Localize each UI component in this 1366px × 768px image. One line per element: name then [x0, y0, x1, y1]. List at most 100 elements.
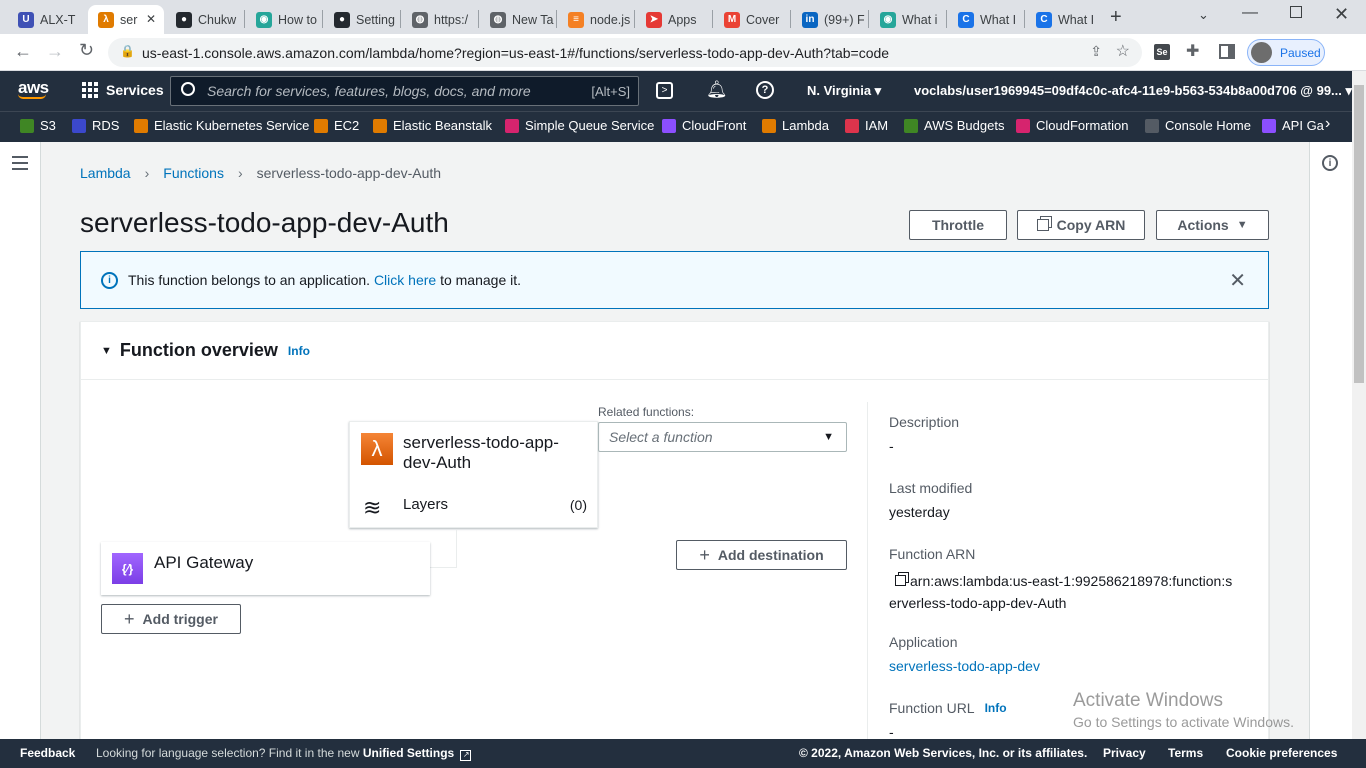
description-label: Description [889, 414, 960, 430]
selenium-extension-icon[interactable]: Se [1154, 44, 1170, 60]
favorites-scroll-right-icon[interactable]: › [1325, 115, 1330, 133]
bookmark-star-icon[interactable]: ☆ [1116, 41, 1130, 61]
cloudshell-icon[interactable]: > [656, 82, 673, 99]
extensions-puzzle-icon[interactable]: ✚ [1186, 41, 1199, 61]
favorite-service-link[interactable]: Console Home [1145, 118, 1251, 133]
favorite-service-link[interactable]: Elastic Kubernetes Service [134, 118, 309, 133]
browser-tab[interactable]: ● Setting [324, 5, 400, 34]
chevron-right-icon: › [144, 165, 150, 181]
browser-tab[interactable]: λ ser ✕ [88, 5, 164, 34]
throttle-button[interactable]: Throttle [909, 210, 1007, 240]
close-tab-icon[interactable]: ✕ [146, 12, 156, 26]
add-destination-button[interactable]: + Add destination [676, 540, 847, 570]
aws-logo[interactable]: aws [18, 78, 50, 99]
external-link-icon: ↗ [459, 750, 471, 761]
tab-separator [868, 10, 869, 28]
tab-favicon-icon: ● [334, 11, 350, 28]
favorite-service-link[interactable]: EC2 [314, 118, 359, 133]
browser-tab[interactable]: C What I [948, 5, 1024, 34]
favorite-label: Lambda [782, 118, 829, 133]
browser-tab[interactable]: ≡ node.js [558, 5, 634, 34]
favorite-service-link[interactable]: CloudFormation [1016, 118, 1129, 133]
breadcrumb-current: serverless-todo-app-dev-Auth [256, 165, 442, 181]
reload-icon[interactable]: ↻ [79, 40, 94, 61]
function-url-info-link[interactable]: Info [985, 701, 1007, 715]
hamburger-menu-icon[interactable] [12, 156, 28, 170]
feedback-link[interactable]: Feedback [20, 746, 75, 760]
favorite-service-link[interactable]: IAM [845, 118, 888, 133]
related-functions-select[interactable]: Select a function ▼ [598, 422, 847, 452]
panel-header[interactable]: ▼ Function overview Info [81, 322, 1268, 380]
lambda-icon: λ [361, 433, 393, 465]
aws-search-input[interactable]: Search for services, features, blogs, do… [170, 76, 639, 106]
application-link[interactable]: serverless-todo-app-dev [889, 658, 1040, 674]
favorite-service-link[interactable]: Simple Queue Service [505, 118, 654, 133]
favorite-service-link[interactable]: S3 [20, 118, 56, 133]
browser-tab[interactable]: M Cover [714, 5, 790, 34]
favorite-service-link[interactable]: CloudFront [662, 118, 746, 133]
add-trigger-button[interactable]: + Add trigger [101, 604, 241, 634]
browser-tab[interactable]: ➤ Apps [636, 5, 712, 34]
unified-settings-link[interactable]: Unified Settings [363, 746, 454, 760]
browser-tab[interactable]: U ALX-T [8, 5, 84, 34]
browser-tab[interactable]: ◍ https:/ [402, 5, 478, 34]
address-bar[interactable]: 🔒 us-east-1.console.aws.amazon.com/lambd… [108, 38, 1142, 67]
help-icon[interactable]: ? [756, 81, 774, 99]
terms-link[interactable]: Terms [1168, 746, 1203, 760]
favorite-label: Console Home [1165, 118, 1251, 133]
chevron-right-icon: › [237, 165, 243, 181]
browser-tab[interactable]: ◍ New Ta [480, 5, 556, 34]
connector-line [429, 530, 457, 568]
trigger-card-api-gateway[interactable]: {⁄} API Gateway [101, 542, 430, 595]
tab-search-icon[interactable]: ⌄ [1198, 7, 1209, 23]
region-selector[interactable]: N. Virginia ▾ [807, 83, 881, 99]
service-icon [1262, 118, 1276, 133]
side-panel-icon[interactable] [1219, 44, 1235, 59]
close-window-button[interactable]: ✕ [1334, 4, 1349, 25]
cookie-preferences-link[interactable]: Cookie preferences [1226, 746, 1337, 760]
favorite-service-link[interactable]: AWS Budgets [904, 118, 1004, 133]
function-card[interactable]: λ serverless-todo-app- dev-Auth ≋ Layers… [349, 421, 598, 528]
tab-separator [556, 10, 557, 28]
service-icon [134, 118, 148, 133]
services-menu[interactable]: Services [82, 82, 164, 98]
lock-icon: 🔒 [120, 44, 135, 58]
right-help-rail: i [1309, 142, 1352, 739]
favorite-service-link[interactable]: Lambda [762, 118, 829, 133]
new-tab-button[interactable]: + [1110, 6, 1122, 29]
profile-status: Paused [1280, 45, 1321, 60]
restore-button[interactable] [1290, 6, 1302, 18]
actions-dropdown-button[interactable]: Actions ▼ [1156, 210, 1269, 240]
favorite-service-link[interactable]: Elastic Beanstalk [373, 118, 492, 133]
page-scrollbar[interactable] [1352, 71, 1366, 739]
favorite-service-link[interactable]: API Ga [1262, 118, 1324, 133]
info-panel-icon[interactable]: i [1322, 155, 1338, 171]
back-icon[interactable]: ← [14, 41, 32, 62]
browser-tab[interactable]: ◉ What i [870, 5, 946, 34]
copy-arn-button[interactable]: Copy ARN [1017, 210, 1145, 240]
function-name: serverless-todo-app- dev-Auth [403, 433, 559, 472]
browser-tab[interactable]: C What I [1026, 5, 1102, 34]
minimize-button[interactable]: — [1242, 4, 1258, 22]
bell-icon[interactable]: 🔔︎ [706, 80, 728, 100]
breadcrumb-lambda[interactable]: Lambda [80, 165, 131, 181]
breadcrumb-functions[interactable]: Functions [163, 165, 224, 181]
favorite-service-link[interactable]: RDS [72, 118, 119, 133]
account-menu[interactable]: voclabs/user1969945=09df4c0c-afc4-11e9-b… [914, 83, 1352, 99]
privacy-link[interactable]: Privacy [1103, 746, 1146, 760]
manage-application-link[interactable]: Click here [374, 272, 436, 288]
share-icon[interactable]: ⇪ [1090, 43, 1102, 60]
info-circle-icon: i [101, 271, 118, 289]
collapse-caret-icon: ▼ [101, 344, 112, 357]
close-alert-icon[interactable]: ✕ [1229, 268, 1246, 293]
scrollbar-thumb[interactable] [1354, 85, 1364, 383]
browser-tab[interactable]: ◉ How to [246, 5, 322, 34]
tab-separator [322, 10, 323, 28]
forward-icon[interactable]: → [46, 41, 64, 62]
overview-info-link[interactable]: Info [288, 344, 310, 358]
browser-tab[interactable]: ● Chukw [166, 5, 242, 34]
copy-arn-icon[interactable] [895, 575, 906, 586]
profile-button[interactable]: Paused [1247, 39, 1325, 66]
browser-tab[interactable]: in (99+) F [792, 5, 868, 34]
tab-title: What I [1058, 12, 1095, 27]
